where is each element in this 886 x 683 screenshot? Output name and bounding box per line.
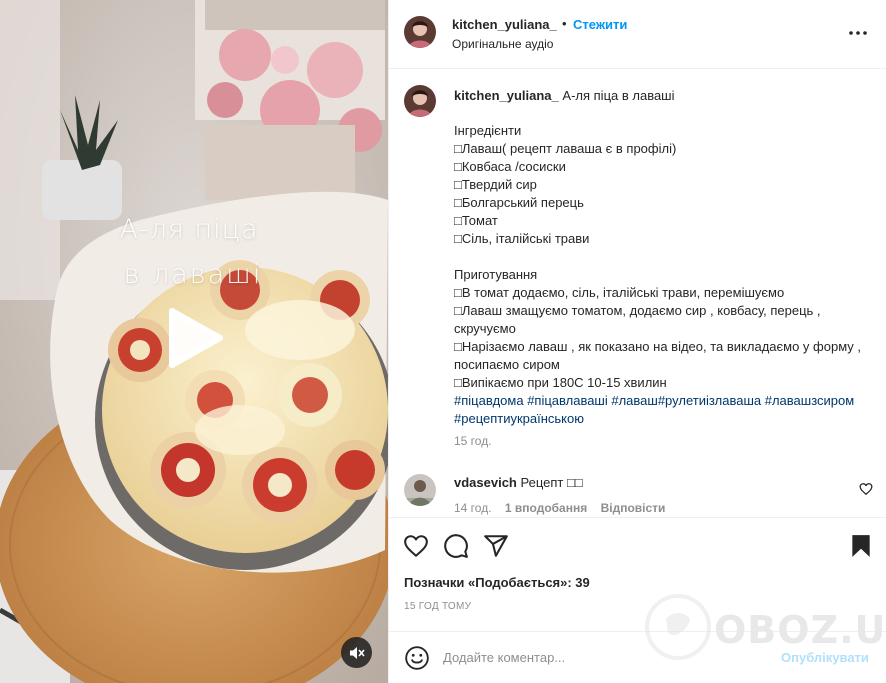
heart-icon [404, 535, 428, 557]
step-item: □Нарізаємо лаваш , як показано на відео,… [454, 339, 865, 372]
likes-count[interactable]: Позначки «Подобається»: 39 [404, 575, 590, 590]
more-horizontal-icon [849, 31, 867, 35]
post-actions: Позначки «Подобається»: 39 15 ГОД ТОМУ [389, 517, 886, 621]
emoji-icon [405, 646, 429, 670]
ingredient-item: □Ковбаса /сосиски [454, 159, 566, 174]
ingredients-heading: Інгредієнти [454, 123, 522, 138]
reply-button[interactable]: Відповісти [601, 501, 666, 515]
post-header: kitchen_yuliana_ • Стежити Оригінальне а… [389, 0, 886, 69]
speaker-muted-icon [349, 646, 365, 659]
bookmark-icon [852, 535, 870, 557]
step-item: □Випікаємо при 180С 10-15 хвилин [454, 375, 667, 390]
share-icon [484, 535, 508, 557]
comment-button[interactable] [443, 533, 469, 559]
commenter-username-link[interactable]: vdasevich [454, 475, 517, 490]
caption-text: kitchen_yuliana_ А-ля піца в лаваші Інгр… [454, 87, 874, 428]
author-avatar[interactable] [404, 16, 436, 48]
emoji-picker-button[interactable] [404, 645, 430, 671]
comment-composer: Опублікувати [389, 631, 886, 683]
ingredient-item: □Томат [454, 213, 498, 228]
step-item: □Лаваш змащуємо томатом, додаємо сир , к… [454, 303, 825, 336]
caption-username-link[interactable]: kitchen_yuliana_ [454, 88, 559, 103]
like-button[interactable] [403, 533, 429, 559]
reel-video[interactable]: А-ля піца в лаваші [0, 0, 388, 683]
video-overlay-title-line1: А-ля піца [119, 214, 259, 245]
mute-button[interactable] [341, 637, 372, 668]
author-username-link[interactable]: kitchen_yuliana_ [452, 17, 557, 32]
comment-body: Рецепт [520, 475, 564, 490]
caption-author-avatar[interactable] [404, 85, 436, 117]
commenter-avatar[interactable] [404, 474, 436, 506]
heart-outline-small-icon [859, 483, 873, 495]
ingredient-item: □Сіль, італійські трави [454, 231, 590, 246]
comment-icon [444, 534, 468, 558]
separator-dot: • [562, 16, 567, 31]
video-overlay-title-line2: в лаваші [123, 259, 263, 290]
step-item: □В томат додаємо, сіль, італійські трави… [454, 285, 785, 300]
save-button[interactable] [848, 533, 874, 559]
steps-heading: Приготування [454, 267, 538, 282]
caption-timestamp[interactable]: 15 год. [454, 434, 492, 448]
share-button[interactable] [483, 533, 509, 559]
comment-timestamp[interactable]: 14 год. [454, 501, 492, 515]
post-sidebar: kitchen_yuliana_ • Стежити Оригінальне а… [388, 0, 886, 683]
hashtag-links[interactable]: #піцавдома #піцавлаваші #лаваш#рулетиізл… [454, 392, 874, 428]
comment-meta: 14 год. 1 вподобання Відповісти [454, 501, 675, 515]
ingredient-item: □Лаваш( рецепт лаваша є в профілі) [454, 141, 677, 156]
caption-title: А-ля піца в лаваші [562, 88, 675, 103]
play-button[interactable] [162, 305, 228, 371]
comment-likes-link[interactable]: 1 вподобання [505, 501, 587, 515]
post-timestamp[interactable]: 15 ГОД ТОМУ [404, 601, 471, 612]
comment-emoji: □□ [566, 475, 583, 490]
comment-input[interactable] [443, 646, 763, 668]
original-audio-link[interactable]: Оригінальне аудіо [452, 37, 553, 51]
ingredient-item: □Болгарський перець [454, 195, 584, 210]
more-options-button[interactable] [844, 22, 872, 44]
play-icon [169, 308, 223, 368]
comment-like-button[interactable] [859, 482, 873, 496]
comment-text: vdasevich Рецепт □□ [454, 475, 583, 490]
follow-button[interactable]: Стежити [573, 17, 627, 32]
post-comment-button[interactable]: Опублікувати [781, 650, 869, 665]
ingredient-item: □Твердий сир [454, 177, 537, 192]
